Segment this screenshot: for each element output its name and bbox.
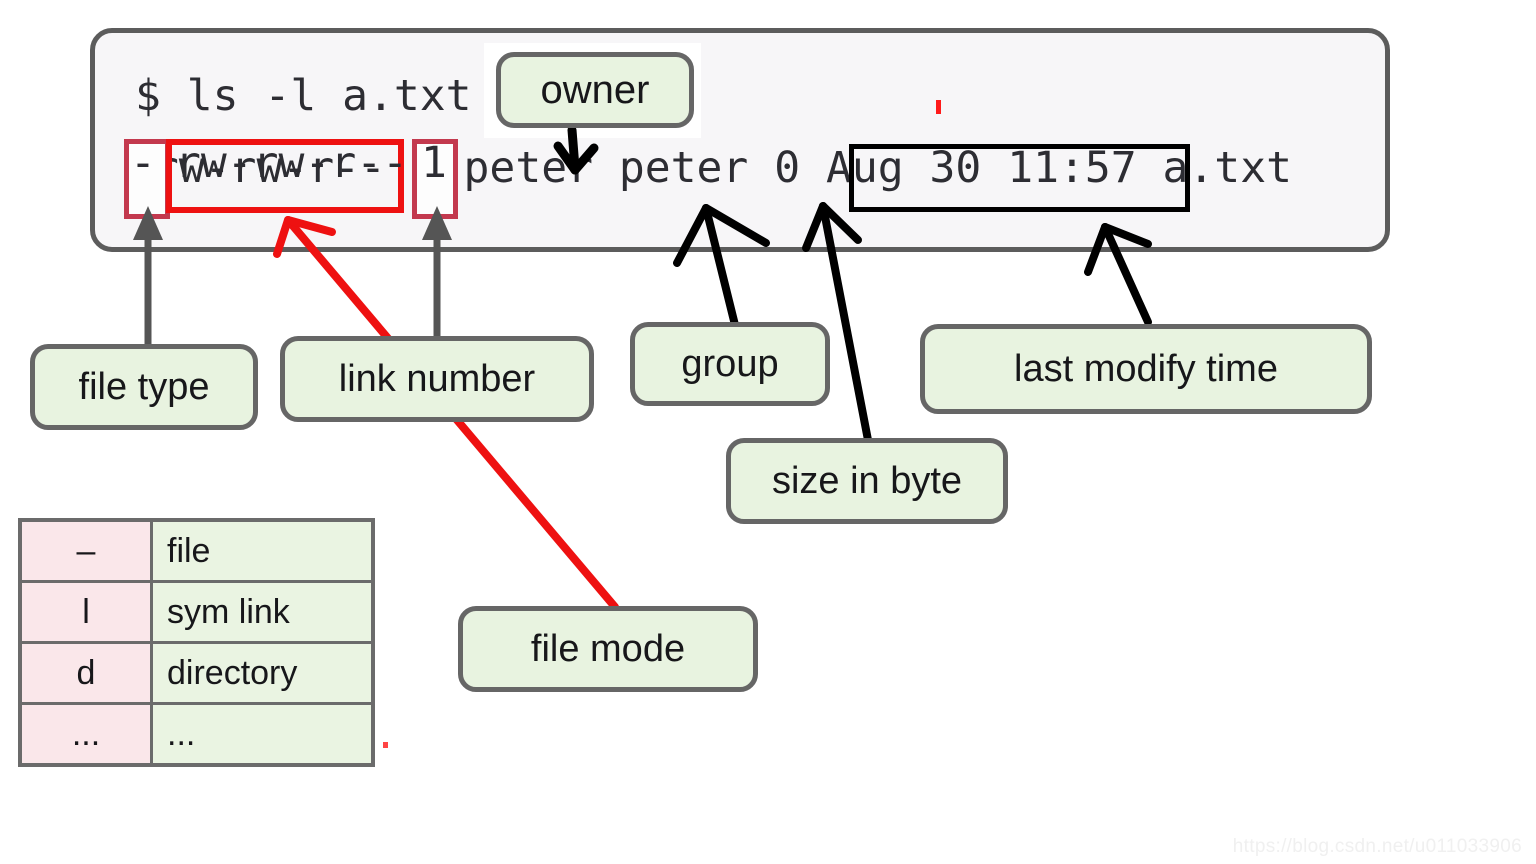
terminal-prompt-line: $ ls -l a.txt [135,71,472,121]
table-cell-code: – [18,518,153,583]
table-cell-desc: ... [150,702,375,767]
glyph-link-number: 1 [421,138,447,188]
callout-size-in-byte[interactable]: size in byte [726,438,1008,524]
diagram-canvas: $ ls -l a.txt -rw-rw-r-- 1 peter peter 0… [0,0,1536,864]
callout-file-type[interactable]: file type [30,344,258,430]
table-row: l sym link [18,580,375,644]
glyph-file-type: - [130,138,156,188]
table-cell-desc: directory [150,641,375,705]
table-cell-code: d [18,641,153,705]
table-cell-code: ... [18,702,153,767]
table-row: d directory [18,641,375,705]
table-cell-desc: file [150,518,375,583]
table-cell-code: l [18,580,153,644]
table-cell-desc: sym link [150,580,375,644]
callout-last-modify-time[interactable]: last modify time [920,324,1372,414]
highlight-box-last-modify-time [849,144,1190,212]
glyph-file-mode: rw-rw-r-- [175,138,408,188]
callout-group[interactable]: group [630,322,830,406]
watermark-url: https://blog.csdn.net/u011033906 [1232,836,1522,857]
file-type-reference-table: – file l sym link d directory ... ... [18,518,375,767]
stray-ink-mark-table [383,742,388,748]
callout-link-number[interactable]: link number [280,336,594,422]
table-row: – file [18,518,375,583]
table-row: ... ... [18,702,375,767]
callout-file-mode[interactable]: file mode [458,606,758,692]
callout-owner[interactable]: owner [496,52,694,128]
